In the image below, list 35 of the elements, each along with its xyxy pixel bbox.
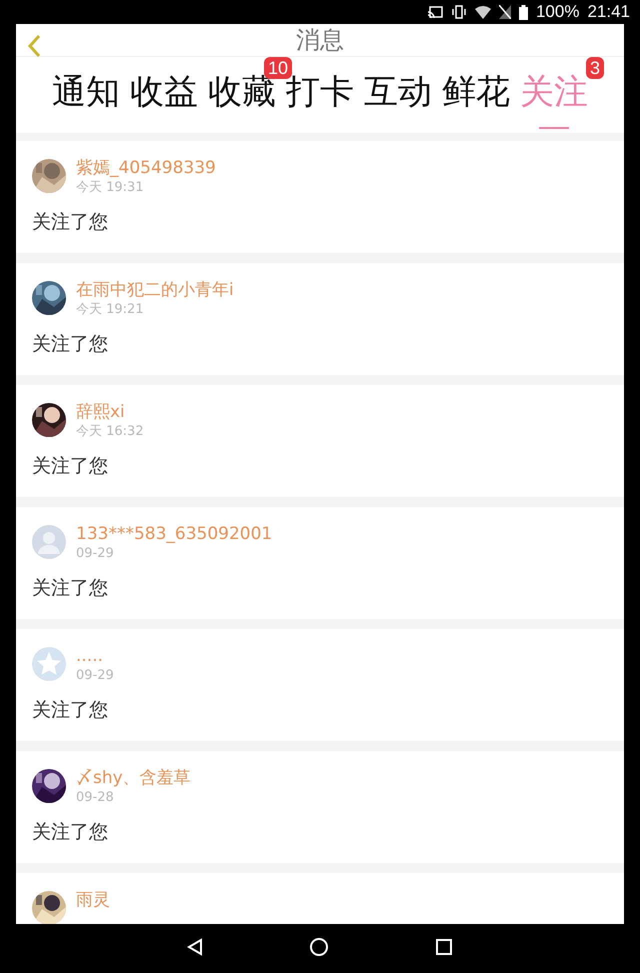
- cast-icon: [426, 6, 443, 18]
- wifi-icon: [474, 6, 491, 18]
- user-name[interactable]: .....: [76, 645, 114, 667]
- message-text: 关注了您: [32, 210, 109, 235]
- timestamp: 09-29: [76, 545, 115, 563]
- message-text: 关注了您: [32, 698, 109, 723]
- user-name[interactable]: 133***583_635092001: [76, 523, 272, 545]
- default-avatar-icon: [32, 525, 66, 559]
- battery-level: 100%: [536, 2, 580, 22]
- message-text: 关注了您: [32, 454, 109, 479]
- user-name[interactable]: 〆shy、含羞草: [76, 767, 191, 789]
- page-title: 消息: [296, 25, 344, 56]
- user-name[interactable]: 紫嫣_405498339: [76, 157, 216, 179]
- timestamp: 今天 19:21: [76, 301, 145, 319]
- timestamp: 09-29: [76, 667, 114, 685]
- vibrate-icon: [450, 5, 467, 19]
- tab[interactable]: 关注: [520, 61, 588, 133]
- message-text: 关注了您: [32, 820, 109, 845]
- timestamp: 今天 19:31: [76, 179, 145, 197]
- tab[interactable]: 互动: [364, 61, 432, 133]
- battery-icon: [518, 4, 528, 20]
- count-badge: 3: [586, 57, 604, 79]
- clock: 21:41: [587, 2, 630, 22]
- message-text: 关注了您: [32, 332, 109, 357]
- message-text: 关注了您: [32, 576, 109, 601]
- user-name[interactable]: 在雨中犯二的小青年i: [76, 279, 234, 301]
- user-name[interactable]: 辞熙xi: [76, 401, 144, 423]
- user-name[interactable]: 雨灵: [76, 889, 110, 911]
- timestamp: 今天 16:32: [76, 423, 144, 441]
- no-sim-icon: [498, 5, 511, 19]
- timestamp: 09-28: [76, 789, 115, 807]
- tab[interactable]: 鲜花: [442, 61, 510, 133]
- tab[interactable]: 收益: [130, 61, 198, 133]
- star-avatar-icon: [32, 647, 66, 681]
- tab[interactable]: 通知: [52, 61, 120, 133]
